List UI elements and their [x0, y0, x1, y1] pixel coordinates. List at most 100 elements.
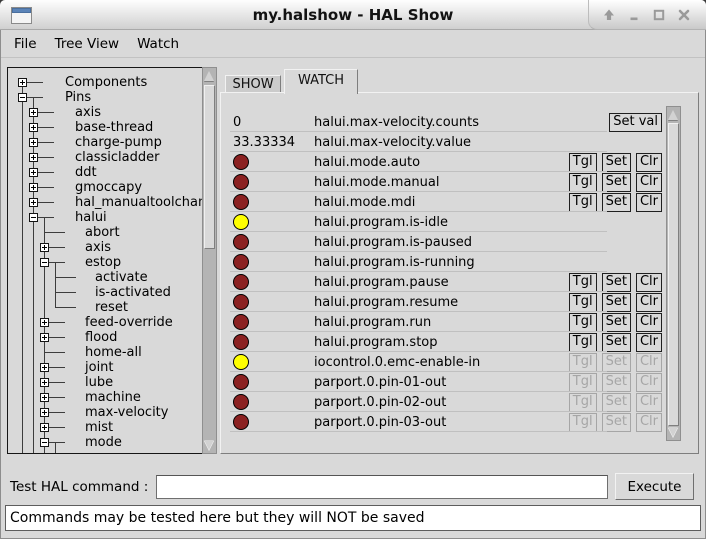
- tree-item-ddt[interactable]: ddt: [8, 165, 202, 180]
- collapse-minus-icon[interactable]: [29, 213, 38, 222]
- collapse-minus-icon[interactable]: [40, 438, 49, 447]
- tree-item-machine[interactable]: machine: [8, 390, 202, 405]
- expand-plus-icon[interactable]: [40, 363, 49, 372]
- expand-plus-icon[interactable]: [40, 393, 49, 402]
- tree-item-hal_manualtoolchan[interactable]: hal_manualtoolchan: [8, 195, 202, 210]
- titlebar[interactable]: my.halshow - HAL Show: [0, 0, 706, 30]
- expand-plus-icon[interactable]: [40, 423, 49, 432]
- collapse-minus-icon[interactable]: [40, 258, 49, 267]
- tree-label[interactable]: halui: [75, 210, 107, 225]
- set-val-button[interactable]: Set val: [609, 113, 662, 132]
- tree-item-axis[interactable]: axis: [8, 240, 202, 255]
- tree-item-flood[interactable]: flood: [8, 330, 202, 345]
- tree-item-is-activated[interactable]: is-activated: [8, 285, 202, 300]
- set-button[interactable]: Set: [602, 153, 631, 172]
- tree-item-lube[interactable]: lube: [8, 375, 202, 390]
- tree-label[interactable]: lube: [85, 375, 113, 390]
- tree-label[interactable]: axis: [75, 105, 101, 120]
- expand-plus-icon[interactable]: [40, 378, 49, 387]
- set-button[interactable]: Set: [602, 333, 631, 352]
- tree-label[interactable]: gmoccapy: [75, 180, 142, 195]
- expand-plus-icon[interactable]: [18, 78, 27, 87]
- scroll-down-icon[interactable]: [204, 440, 214, 450]
- tree-item-halui[interactable]: halui: [8, 210, 202, 225]
- scroll-down-icon[interactable]: [668, 427, 678, 437]
- clr-button[interactable]: Clr: [636, 273, 662, 292]
- close-button[interactable]: [676, 7, 692, 23]
- tree-label[interactable]: feed-override: [85, 315, 173, 330]
- tree-scrollbar[interactable]: [202, 67, 217, 454]
- hal-command-input[interactable]: [156, 475, 608, 499]
- menu-item-watch[interactable]: Watch: [128, 32, 188, 56]
- scroll-up-icon[interactable]: [204, 71, 214, 81]
- set-button[interactable]: Set: [602, 293, 631, 312]
- tree-label[interactable]: reset: [95, 300, 128, 315]
- maximize-button[interactable]: [651, 7, 667, 23]
- tree-label[interactable]: is-activated: [95, 285, 171, 300]
- expand-plus-icon[interactable]: [40, 408, 49, 417]
- tree-label[interactable]: axis: [85, 240, 111, 255]
- tgl-button[interactable]: Tgl: [569, 273, 597, 292]
- clr-button[interactable]: Clr: [636, 173, 662, 192]
- expand-plus-icon[interactable]: [40, 318, 49, 327]
- clr-button[interactable]: Clr: [636, 313, 662, 332]
- expand-plus-icon[interactable]: [29, 183, 38, 192]
- clr-button[interactable]: Clr: [636, 193, 662, 212]
- tree-label[interactable]: hal_manualtoolchan: [75, 195, 203, 210]
- tree-label[interactable]: home-all: [85, 345, 142, 360]
- tree-item-gmoccapy[interactable]: gmoccapy: [8, 180, 202, 195]
- tree-label[interactable]: Components: [65, 75, 147, 90]
- tree-label[interactable]: estop: [85, 255, 121, 270]
- tree-item-estop[interactable]: estop: [8, 255, 202, 270]
- tree-label[interactable]: abort: [85, 225, 120, 240]
- expand-plus-icon[interactable]: [29, 198, 38, 207]
- collapse-minus-icon[interactable]: [18, 93, 27, 102]
- tgl-button[interactable]: Tgl: [569, 333, 597, 352]
- tgl-button[interactable]: Tgl: [569, 293, 597, 312]
- expand-plus-icon[interactable]: [29, 138, 38, 147]
- menu-item-file[interactable]: File: [5, 32, 46, 56]
- set-button[interactable]: Set: [602, 313, 631, 332]
- tree-item-activate[interactable]: activate: [8, 270, 202, 285]
- tree-label[interactable]: max-velocity: [85, 405, 168, 420]
- tree-label[interactable]: mode: [85, 435, 122, 450]
- tree-label[interactable]: charge-pump: [75, 135, 162, 150]
- watch-scrollbar-thumb[interactable]: [668, 123, 679, 426]
- tree-label[interactable]: Pins: [65, 90, 91, 105]
- execute-button[interactable]: Execute: [615, 473, 694, 500]
- tree-item-mode[interactable]: mode: [8, 435, 202, 450]
- tgl-button[interactable]: Tgl: [569, 173, 597, 192]
- tree-item-home-all[interactable]: home-all: [8, 345, 202, 360]
- tgl-button[interactable]: Tgl: [569, 193, 597, 212]
- tree-item-base-thread[interactable]: base-thread: [8, 120, 202, 135]
- tree-label[interactable]: base-thread: [75, 120, 153, 135]
- shade-button[interactable]: [601, 7, 617, 23]
- set-button[interactable]: Set: [602, 273, 631, 292]
- tgl-button[interactable]: Tgl: [569, 313, 597, 332]
- tree-item-max-velocity[interactable]: max-velocity: [8, 405, 202, 420]
- tree-item-Components[interactable]: Components: [8, 75, 202, 90]
- tgl-button[interactable]: Tgl: [569, 153, 597, 172]
- menu-item-tree-view[interactable]: Tree View: [46, 32, 128, 56]
- tree-label[interactable]: machine: [85, 390, 141, 405]
- tree-item-classicladder[interactable]: classicladder: [8, 150, 202, 165]
- expand-plus-icon[interactable]: [40, 243, 49, 252]
- tree-item-Pins[interactable]: Pins: [8, 90, 202, 105]
- tab-show[interactable]: SHOW: [225, 75, 281, 93]
- expand-plus-icon[interactable]: [29, 108, 38, 117]
- tab-watch[interactable]: WATCH: [284, 69, 358, 94]
- expand-plus-icon[interactable]: [29, 168, 38, 177]
- minimize-button[interactable]: [626, 7, 642, 23]
- tree-item-axis[interactable]: axis: [8, 105, 202, 120]
- watch-scrollbar[interactable]: [666, 106, 681, 441]
- tree-item-feed-override[interactable]: feed-override: [8, 315, 202, 330]
- tree-item-abort[interactable]: abort: [8, 225, 202, 240]
- clr-button[interactable]: Clr: [636, 153, 662, 172]
- tree-label[interactable]: classicladder: [75, 150, 159, 165]
- clr-button[interactable]: Clr: [636, 293, 662, 312]
- tree-item-joint[interactable]: joint: [8, 360, 202, 375]
- tree-scrollbar-thumb[interactable]: [204, 85, 215, 249]
- tree-item-mist[interactable]: mist: [8, 420, 202, 435]
- tree-item-charge-pump[interactable]: charge-pump: [8, 135, 202, 150]
- expand-plus-icon[interactable]: [29, 123, 38, 132]
